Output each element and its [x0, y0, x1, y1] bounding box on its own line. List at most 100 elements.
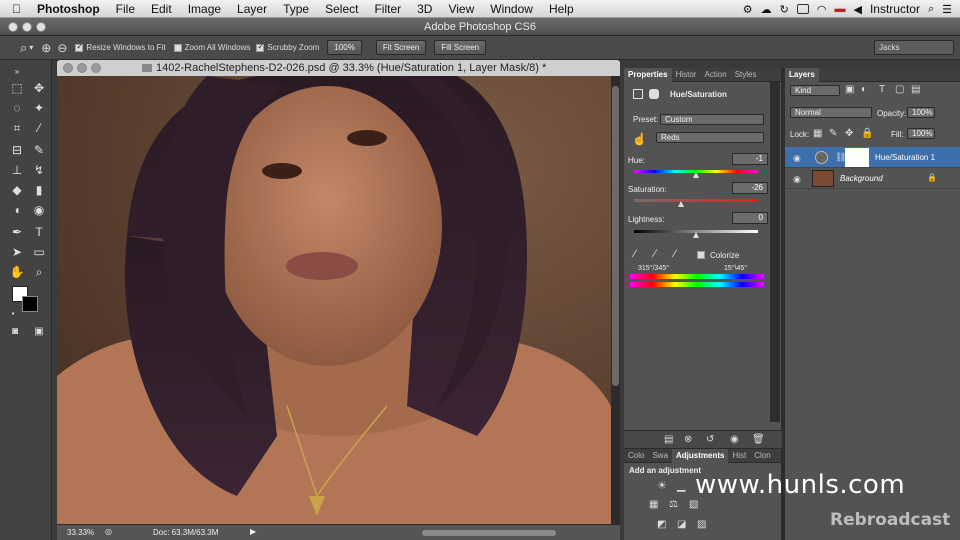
quick-mask-icon[interactable]: ◙: [6, 324, 24, 340]
healing-tool-icon[interactable]: ⊟: [8, 142, 26, 158]
user-name[interactable]: Instructor: [870, 2, 920, 16]
layer-row-hue-sat[interactable]: ◉ ⛓ Hue/Saturation 1: [785, 147, 960, 168]
saturation-slider-track[interactable]: [634, 199, 758, 202]
invert-icon[interactable]: ◩: [657, 519, 666, 530]
sync-icon[interactable]: ↻: [780, 3, 789, 16]
menu-image[interactable]: Image: [188, 2, 221, 16]
opacity-input[interactable]: 100%: [907, 107, 935, 118]
black-white-icon[interactable]: ▧: [689, 499, 698, 510]
menu-file[interactable]: File: [116, 2, 135, 16]
crop-tool-icon[interactable]: ⌗: [8, 120, 26, 136]
tab-adjustments[interactable]: Adjustments: [672, 448, 729, 463]
visibility-eye-icon[interactable]: ◉: [793, 153, 801, 164]
menu-filter[interactable]: Filter: [374, 2, 401, 16]
filter-type-icon[interactable]: T: [879, 84, 885, 95]
posterize-icon[interactable]: ◪: [677, 519, 686, 530]
tab-styles[interactable]: Styles: [731, 70, 761, 79]
marquee-tool-icon[interactable]: ⬚: [8, 80, 26, 96]
path-select-tool-icon[interactable]: ➤: [8, 244, 26, 260]
zoom-tool-icon[interactable]: ⌕: [30, 264, 48, 280]
targeted-adjust-hand-icon[interactable]: ☝: [632, 132, 647, 146]
zoom-in-icon[interactable]: ⊕: [41, 41, 51, 55]
saturation-input[interactable]: -26: [732, 182, 768, 194]
tab-clone-source[interactable]: Clon: [750, 451, 774, 460]
menu-view[interactable]: View: [448, 2, 474, 16]
color-balance-icon[interactable]: ⚖: [669, 499, 678, 510]
zoom-level[interactable]: 33.33%: [67, 528, 94, 537]
volume-icon[interactable]: ◀: [853, 3, 861, 16]
workspace-select[interactable]: Jacks: [874, 40, 954, 55]
wifi-icon[interactable]: ◠: [817, 3, 827, 16]
document-canvas[interactable]: [57, 76, 611, 524]
zoom-out-icon[interactable]: ⊖: [57, 41, 67, 55]
threshold-icon[interactable]: ▨: [697, 519, 706, 530]
lightness-slider-thumb[interactable]: [693, 232, 699, 238]
menu-window[interactable]: Window: [490, 2, 533, 16]
lasso-tool-icon[interactable]: ◌: [8, 100, 26, 116]
pen-tool-icon[interactable]: ✒: [8, 224, 26, 240]
brightness-contrast-icon[interactable]: ☀: [657, 479, 667, 492]
hand-tool-icon[interactable]: ✋: [8, 264, 26, 280]
type-tool-icon[interactable]: T: [30, 224, 48, 240]
quick-select-tool-icon[interactable]: ✦: [30, 100, 48, 116]
menu-layer[interactable]: Layer: [237, 2, 267, 16]
lightness-input[interactable]: 0: [732, 212, 768, 224]
visibility-eye-icon[interactable]: ◉: [793, 174, 801, 185]
layer-mask-thumbnail[interactable]: [845, 148, 869, 167]
clone-stamp-tool-icon[interactable]: ⊥: [8, 162, 26, 178]
eyedropper-plus-icon[interactable]: ⁄: [654, 248, 656, 260]
menu-app-name[interactable]: Photoshop: [37, 2, 100, 16]
layer-name[interactable]: Hue/Saturation 1: [875, 153, 935, 162]
dropdown-arrow-icon[interactable]: ▾: [29, 43, 33, 52]
layer-name[interactable]: Background: [840, 174, 883, 183]
zoom-tool-icon[interactable]: ⌕: [20, 40, 27, 56]
resize-windows-checkbox[interactable]: [75, 42, 84, 52]
horizontal-scroll-thumb[interactable]: [422, 530, 556, 536]
doc-minimize-icon[interactable]: [77, 63, 87, 73]
tab-histogram[interactable]: Hist: [728, 451, 750, 460]
filter-shape-icon[interactable]: ▢: [895, 84, 904, 95]
preset-select[interactable]: Custom: [660, 114, 764, 125]
blend-mode-select[interactable]: Normal: [790, 107, 872, 118]
vertical-scroll-thumb[interactable]: [612, 86, 619, 386]
fill-input[interactable]: 100%: [907, 128, 935, 139]
tab-layers[interactable]: Layers: [785, 67, 819, 82]
list-icon[interactable]: ☰: [942, 3, 952, 16]
menu-edit[interactable]: Edit: [151, 2, 172, 16]
screen-mode-icon[interactable]: ▣: [30, 324, 48, 340]
filter-smart-icon[interactable]: ▤: [911, 84, 920, 95]
blur-tool-icon[interactable]: ◖: [8, 202, 26, 218]
hue-sat-icon[interactable]: ▦: [649, 499, 658, 510]
eyedropper-minus-icon[interactable]: ⁄: [674, 248, 676, 260]
view-previous-icon[interactable]: ⊗: [684, 434, 692, 445]
document-tab[interactable]: 1402-RachelStephens-D2-026.psd @ 33.3% (…: [57, 60, 620, 76]
tools-collapse-icon[interactable]: »: [8, 64, 26, 80]
tab-actions[interactable]: Action: [700, 70, 730, 79]
background-color-swatch[interactable]: [22, 296, 38, 312]
properties-scrollbar[interactable]: [770, 82, 780, 422]
lock-pixels-icon[interactable]: ✎: [829, 128, 837, 139]
lock-transparent-icon[interactable]: ▦: [813, 128, 822, 139]
creative-cloud-icon[interactable]: ☁: [761, 3, 772, 16]
eyedropper-icon[interactable]: ⁄: [634, 248, 636, 260]
battery-icon[interactable]: [796, 4, 809, 14]
minimize-window-icon[interactable]: [22, 22, 32, 32]
eraser-tool-icon[interactable]: ◆: [8, 182, 26, 198]
hue-slider-thumb[interactable]: [693, 172, 699, 178]
reset-icon[interactable]: ↺: [706, 434, 714, 445]
doc-close-icon[interactable]: [63, 63, 73, 73]
channel-select[interactable]: Reds: [656, 132, 764, 143]
lock-position-icon[interactable]: ✥: [845, 128, 853, 139]
rectangle-tool-icon[interactable]: ▭: [30, 244, 48, 260]
fill-screen-button[interactable]: Fill Screen: [434, 40, 487, 55]
tab-color[interactable]: Colo: [624, 451, 648, 460]
zoom-100-button[interactable]: 100%: [327, 40, 362, 55]
levels-icon[interactable]: ▁: [677, 479, 685, 492]
move-tool-icon[interactable]: ✥: [30, 80, 48, 96]
dodge-tool-icon[interactable]: ◉: [30, 202, 48, 218]
tab-properties[interactable]: Properties: [624, 67, 672, 82]
trash-icon[interactable]: 🗑: [752, 434, 765, 445]
layer-filter-select[interactable]: Kind: [790, 85, 840, 96]
history-brush-tool-icon[interactable]: ↯: [30, 162, 48, 178]
eyedropper-tool-icon[interactable]: ⁄: [30, 120, 48, 136]
